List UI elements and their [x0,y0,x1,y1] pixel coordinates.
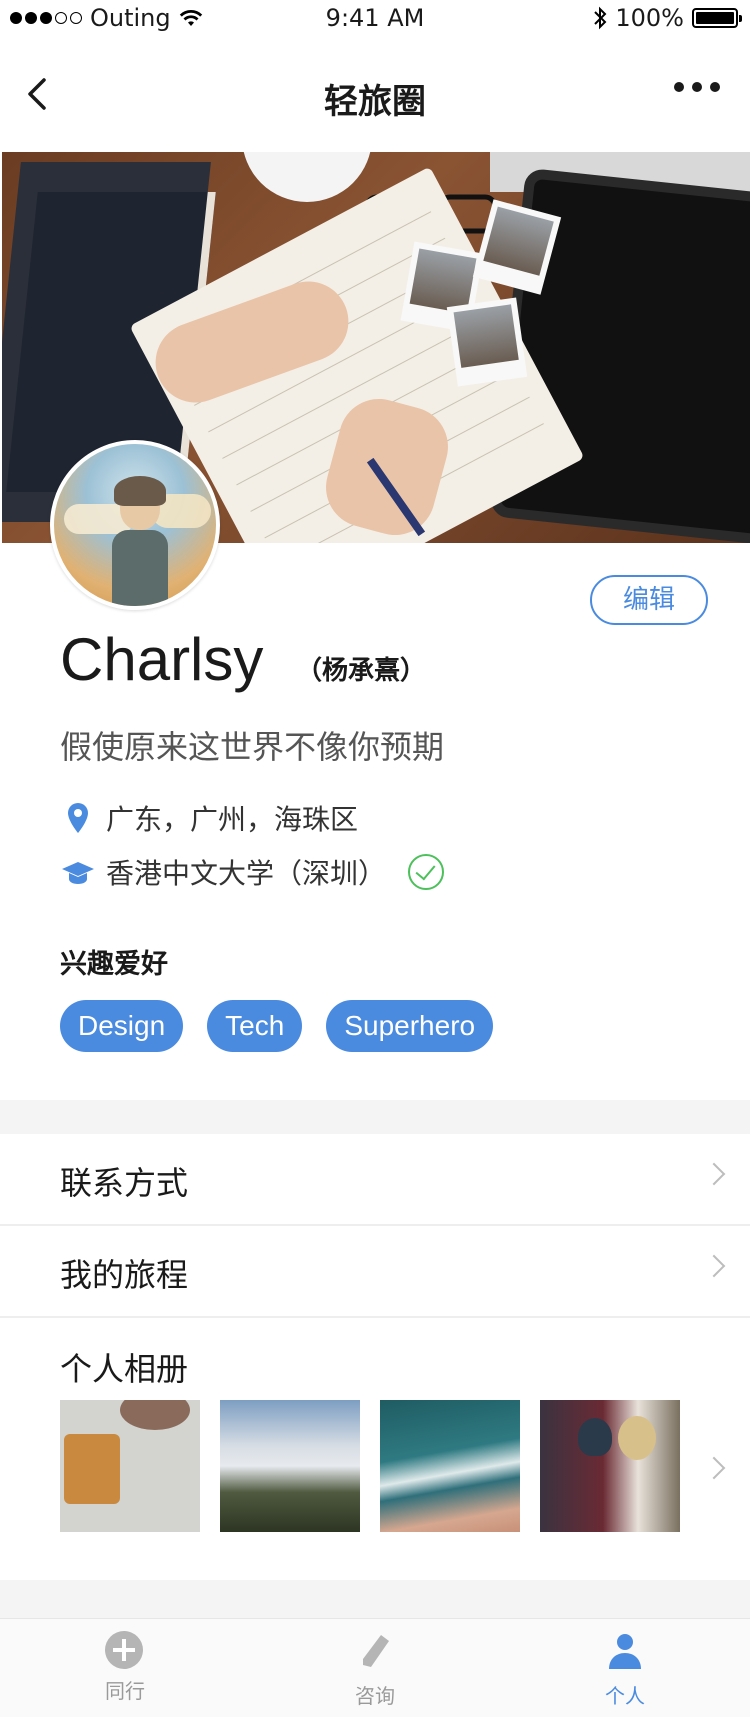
education-row: 香港中文大学（深圳） [60,852,445,892]
verified-check-icon [408,854,445,890]
tab-label: 同行 [105,1679,145,1703]
school-text: 香港中文大学（深圳） [106,857,387,890]
tab-label: 个人 [605,1684,645,1708]
album-photo[interactable] [540,1400,680,1532]
hobby-tag[interactable]: Superhero [326,1000,494,1052]
tab-label: 咨询 [355,1684,395,1708]
person-icon [609,1634,641,1669]
avatar[interactable] [50,440,220,610]
contact-info-label: 联系方式 [60,1164,189,1202]
more-options-icon[interactable] [674,82,720,92]
chevron-right-icon [702,1162,726,1186]
location-text: 广东，广州，海珠区 [106,803,359,836]
hobby-tags: Design Tech Superhero [60,1000,494,1052]
navigation-bar: 轻旅圈 [0,40,750,152]
contact-info-row[interactable]: 联系方式 [0,1134,750,1224]
pencil-icon [363,1635,389,1667]
tab-personal[interactable]: 个人 [565,1625,685,1709]
battery-icon [692,8,742,28]
tab-companion[interactable]: 同行 [65,1625,185,1704]
my-trips-label: 我的旅程 [60,1256,189,1294]
location-row: 广东，广州，海珠区 [60,798,358,838]
profile-real-name: （杨承熹） [296,656,427,686]
hobby-tag[interactable]: Design [60,1000,184,1052]
album-photos [60,1400,680,1532]
hobbies-heading: 兴趣爱好 [60,949,168,980]
tab-consult[interactable]: 咨询 [315,1625,435,1709]
section-divider [0,1580,750,1618]
album-heading: 个人相册 [60,1350,189,1388]
chevron-right-icon [702,1254,726,1278]
location-pin-icon [68,803,88,833]
hobby-tag[interactable]: Tech [207,1000,303,1052]
battery-percent: 100% [615,4,684,32]
album-photo[interactable] [60,1400,200,1532]
chevron-right-icon[interactable] [702,1456,726,1480]
bluetooth-icon [594,6,607,30]
page-title: 轻旅圈 [324,82,426,122]
profile-name: Charlsy [60,626,264,693]
plus-circle-icon [105,1631,143,1669]
edit-profile-button[interactable]: 编辑 [590,575,708,625]
section-divider [0,1100,750,1134]
album-photo[interactable] [380,1400,520,1532]
profile-bio: 假使原来这世界不像你预期 [60,728,445,766]
row-divider [0,1316,750,1318]
graduation-cap-icon [62,862,94,884]
album-photo[interactable] [220,1400,360,1532]
tab-bar: 同行 咨询 个人 [0,1618,750,1717]
status-bar: Outing 9:41 AM 100% [0,0,750,40]
my-trips-row[interactable]: 我的旅程 [0,1226,750,1316]
